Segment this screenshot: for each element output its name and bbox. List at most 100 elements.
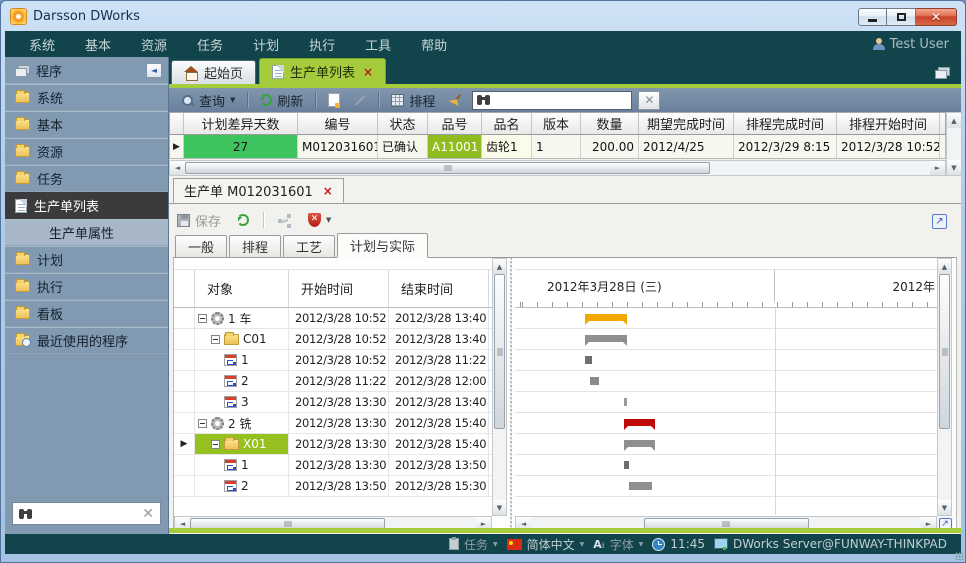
gantt-bar[interactable]: [624, 419, 655, 426]
tree-row-7[interactable]: ▶X012012/3/28 13:302012/3/28 15:40: [174, 434, 492, 455]
grid-header-cell[interactable]: 版本: [532, 113, 581, 134]
tree-row-2[interactable]: C012012/3/28 10:522012/3/28 13:40: [174, 329, 492, 350]
sidebar-item-5[interactable]: 生产单列表: [5, 192, 168, 219]
grid-header-cell[interactable]: 排程开始时间: [837, 113, 940, 134]
close-button[interactable]: ✕: [916, 8, 957, 26]
scroll-thumb[interactable]: [494, 274, 505, 429]
cancel-confirm-button[interactable]: ✕ ▼: [304, 211, 335, 229]
schedule-button[interactable]: 排程: [387, 89, 439, 112]
scroll-thumb[interactable]: [939, 274, 950, 429]
tab-close-icon[interactable]: ×: [363, 65, 373, 79]
pane-splitter[interactable]: [507, 258, 515, 532]
scroll-left-button[interactable]: ◄: [170, 161, 185, 175]
grid-header-cell[interactable]: 编号: [298, 113, 378, 134]
tree-row-6[interactable]: 2 铣2012/3/28 13:302012/3/28 15:40: [174, 413, 492, 434]
status-language-menu[interactable]: 简体中文 ▼: [507, 536, 585, 553]
toolbar-search-input[interactable]: [496, 93, 627, 107]
document-tab[interactable]: 生产单 M012031601 ×: [173, 178, 344, 203]
maximize-button[interactable]: [887, 8, 916, 26]
expander-icon[interactable]: [198, 314, 207, 323]
tab-1[interactable]: 起始页: [171, 60, 256, 84]
grid-header-cell[interactable]: [170, 113, 184, 134]
menu-item-7[interactable]: 工具: [365, 35, 391, 54]
grid-header-cell[interactable]: 期望完成时间: [639, 113, 734, 134]
minimize-button[interactable]: [858, 8, 887, 26]
sidebar-item-3[interactable]: 资源: [5, 138, 168, 165]
tree-row-5[interactable]: 32012/3/28 13:302012/3/28 13:40: [174, 392, 492, 413]
expander-icon[interactable]: [211, 335, 220, 344]
tree-header-cell[interactable]: 对象: [195, 270, 289, 307]
sidebar-item-10[interactable]: 最近使用的程序: [5, 327, 168, 354]
refresh-button[interactable]: 刷新: [256, 89, 307, 112]
toolbar-search-clear-button[interactable]: ✕: [638, 91, 660, 110]
grid-data-row[interactable]: ▶27M012031601已确认A11001齿轮11200.002012/4/2…: [169, 135, 946, 159]
status-font-menu[interactable]: A 字体 ▼: [593, 536, 643, 553]
sub-tab-1[interactable]: 一般: [175, 235, 227, 257]
sidebar-item-8[interactable]: 执行: [5, 273, 168, 300]
scroll-thumb[interactable]: [185, 162, 710, 174]
scroll-right-button[interactable]: ►: [930, 161, 945, 175]
menu-item-1[interactable]: 系统: [29, 35, 55, 54]
sub-tab-2[interactable]: 排程: [229, 235, 281, 257]
new-button[interactable]: [324, 91, 344, 109]
scroll-down-button[interactable]: ▼: [947, 160, 961, 175]
user-indicator[interactable]: Test User: [873, 31, 949, 57]
sidebar-item-1[interactable]: 系统: [5, 84, 168, 111]
gantt-bar[interactable]: [624, 461, 629, 469]
grid-header-cell[interactable]: 品号: [428, 113, 482, 134]
sidebar-item-9[interactable]: 看板: [5, 300, 168, 327]
status-task-menu[interactable]: 任务 ▼: [449, 536, 498, 553]
gantt-bar[interactable]: [624, 398, 627, 406]
sidebar-item-4[interactable]: 任务: [5, 165, 168, 192]
tree-row-8[interactable]: 12012/3/28 13:302012/3/28 13:50: [174, 455, 492, 476]
menu-item-8[interactable]: 帮助: [421, 35, 447, 54]
sub-tab-4[interactable]: 计划与实际: [337, 233, 428, 258]
sub-tab-3[interactable]: 工艺: [283, 235, 335, 257]
sidebar-item-7[interactable]: 计划: [5, 246, 168, 273]
sidebar-search-clear-icon[interactable]: ✕: [142, 507, 154, 521]
gantt-bar[interactable]: [629, 482, 652, 490]
expander-icon[interactable]: [198, 419, 207, 428]
popout-button[interactable]: ↗: [932, 209, 947, 229]
gantt-bar[interactable]: [585, 356, 592, 364]
grid-header-cell[interactable]: 状态: [378, 113, 428, 134]
scroll-down-button[interactable]: ▼: [493, 500, 506, 515]
tree-row-3[interactable]: 12012/3/28 10:522012/3/28 11:22: [174, 350, 492, 371]
gantt-bar[interactable]: [624, 440, 655, 447]
gantt-bar[interactable]: [585, 335, 627, 342]
scroll-up-button[interactable]: ▲: [493, 259, 506, 274]
grid-header-cell[interactable]: 数量: [581, 113, 639, 134]
expander-icon[interactable]: [211, 440, 220, 449]
query-button[interactable]: 查询 ▼: [177, 89, 239, 112]
window-list-button[interactable]: [935, 63, 949, 82]
menu-item-2[interactable]: 基本: [85, 35, 111, 54]
sidebar-item-2[interactable]: 基本: [5, 111, 168, 138]
tree-header-cell[interactable]: 结束时间: [389, 270, 489, 307]
save-button[interactable]: 保存: [173, 209, 225, 232]
grid-header-cell[interactable]: 计划差异天数: [184, 113, 298, 134]
menu-item-5[interactable]: 计划: [253, 35, 279, 54]
tab-2[interactable]: 生产单列表×: [259, 58, 386, 84]
clear-schedule-button[interactable]: [445, 92, 466, 109]
scroll-up-button[interactable]: ▲: [947, 113, 961, 128]
sidebar-item-6[interactable]: 生产单属性: [5, 219, 168, 246]
tree-header-cell[interactable]: 开始时间: [289, 270, 389, 307]
grid-header-cell[interactable]: 品名: [482, 113, 532, 134]
grid-header-cell[interactable]: 排程完成时间: [734, 113, 837, 134]
menu-item-4[interactable]: 任务: [197, 35, 223, 54]
flow-button[interactable]: [274, 212, 296, 228]
tree-row-9[interactable]: 22012/3/28 13:502012/3/28 15:30: [174, 476, 492, 497]
resize-grip[interactable]: [955, 552, 963, 560]
tree-row-4[interactable]: 22012/3/28 11:222012/3/28 12:00: [174, 371, 492, 392]
scroll-up-button[interactable]: ▲: [938, 259, 951, 274]
scroll-down-button[interactable]: ▼: [938, 500, 951, 515]
refresh-document-button[interactable]: [233, 212, 253, 228]
edit-button[interactable]: [350, 92, 370, 109]
menu-item-3[interactable]: 资源: [141, 35, 167, 54]
close-icon[interactable]: ×: [323, 184, 333, 198]
menu-item-6[interactable]: 执行: [309, 35, 335, 54]
sidebar-search-input[interactable]: [33, 507, 142, 521]
sidebar-collapse-button[interactable]: ◄: [146, 63, 162, 78]
tree-row-1[interactable]: 1 车2012/3/28 10:522012/3/28 13:40: [174, 308, 492, 329]
gantt-bar[interactable]: [590, 377, 599, 385]
